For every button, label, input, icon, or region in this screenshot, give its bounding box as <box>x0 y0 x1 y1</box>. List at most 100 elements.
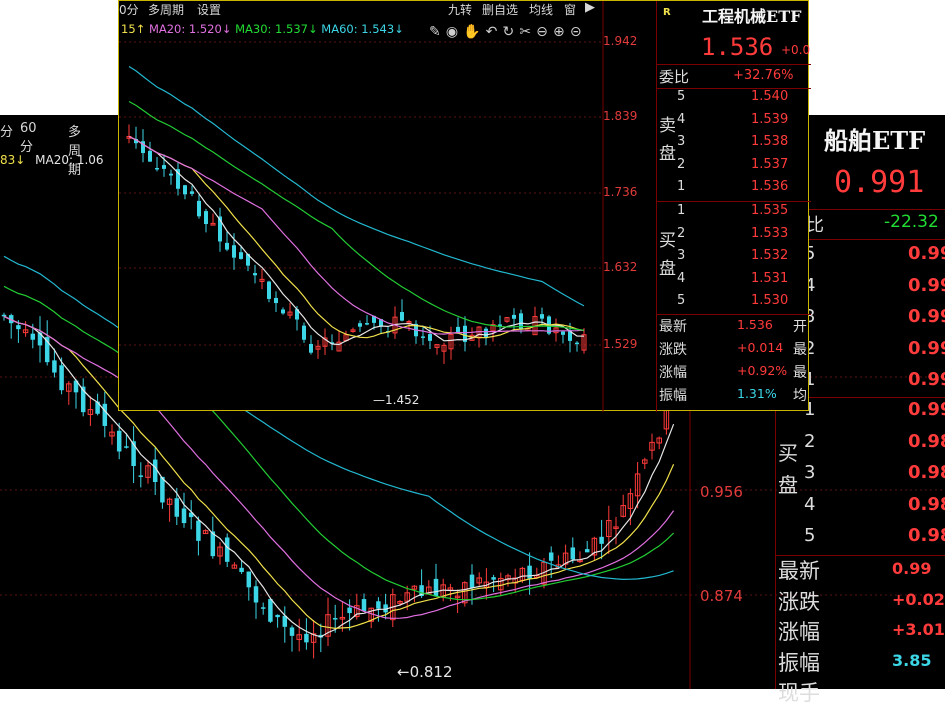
candle <box>599 519 604 560</box>
candle <box>448 326 454 360</box>
candle <box>310 620 317 659</box>
candle <box>8 313 14 339</box>
candle <box>296 618 302 652</box>
ask-price: 1.540 <box>751 89 789 104</box>
candle <box>553 318 559 342</box>
candle <box>224 533 230 568</box>
back-low-value: 0.812 <box>409 663 453 681</box>
ask-level: 5 <box>677 89 686 104</box>
candle <box>484 326 488 346</box>
candle <box>196 516 201 556</box>
candle <box>148 141 152 162</box>
candle <box>491 574 496 593</box>
back-stat-value: 0.99 <box>892 559 932 578</box>
candle <box>176 162 180 196</box>
price-tick: 1.736 <box>603 185 638 199</box>
ma60-line <box>128 65 585 307</box>
candle <box>231 562 238 569</box>
candle <box>160 476 165 509</box>
back-stat-value: 3.85 <box>892 650 932 670</box>
back-bid-price: 0.98 <box>908 430 945 452</box>
back-bid-level: 4 <box>804 493 816 515</box>
candle <box>155 156 159 172</box>
candle <box>138 462 144 488</box>
candle <box>434 344 440 355</box>
candle <box>561 331 565 344</box>
ask-price: 1.539 <box>751 111 789 127</box>
candle <box>282 606 288 643</box>
candle <box>642 457 648 469</box>
candle <box>225 230 229 252</box>
candle <box>463 316 467 352</box>
front-stock-title: 工程机械ETF <box>702 7 802 26</box>
candle <box>606 505 612 555</box>
candle <box>267 280 271 303</box>
candle <box>204 208 208 233</box>
stat-label: 振幅 <box>659 388 687 404</box>
candle <box>584 541 590 553</box>
back-ask-price: 0.99 <box>908 337 945 359</box>
candle <box>22 321 29 337</box>
ask-level: 3 <box>677 134 686 150</box>
sell-char: 卖 <box>659 116 676 136</box>
back-bid-level: 3 <box>804 462 816 483</box>
back-ask-price: 0.99 <box>908 306 945 327</box>
candle <box>620 494 626 518</box>
candle <box>441 342 447 364</box>
back-stat-label: 涨幅 <box>778 620 820 644</box>
front-low-value: 1.452 <box>385 393 420 407</box>
candle <box>239 560 244 574</box>
ask-level: 4 <box>677 111 686 127</box>
back-weibi-value: -22.32 <box>884 212 939 232</box>
candle <box>260 602 266 615</box>
candle <box>134 126 138 149</box>
candle <box>591 536 598 561</box>
back-bid-price: 0.98 <box>908 493 945 515</box>
back-stock-price: 0.991 <box>834 165 925 200</box>
front-low-label: —1.452 <box>373 393 420 407</box>
candle <box>315 340 321 359</box>
candle <box>169 169 173 185</box>
candle <box>166 497 173 522</box>
back-ytick-1: 0.956 <box>700 483 743 501</box>
stat-value: +0.92% <box>737 363 788 378</box>
ask-level: 1 <box>677 179 686 195</box>
candle <box>490 319 496 342</box>
candle <box>392 306 398 339</box>
candle <box>197 193 201 219</box>
candle <box>562 544 569 570</box>
bid-level: 1 <box>677 203 686 218</box>
candle <box>577 551 583 563</box>
bid-level: 4 <box>677 270 686 286</box>
candle <box>268 597 273 623</box>
front-quote-panel: R 工程机械ETF 1.536 +0.0 委比 +32.76% 卖 盘 5 1.5… <box>656 1 811 412</box>
stat-right-label: 最 <box>793 342 807 358</box>
back-bid-price: 0.99 <box>908 399 945 420</box>
candle <box>414 320 418 344</box>
candle <box>218 207 222 252</box>
front-buy-side-label: 买 盘 <box>659 227 676 283</box>
back-stat-value: +0.02 <box>892 589 945 609</box>
ask-price: 1.536 <box>751 179 789 195</box>
candle <box>246 571 252 601</box>
back-bid-level: 5 <box>804 525 816 546</box>
candle <box>613 516 619 545</box>
buy-pan-char-front: 盘 <box>659 259 676 279</box>
ma5-line <box>128 135 585 346</box>
bid-price: 1.530 <box>751 293 789 309</box>
candle <box>210 213 216 226</box>
ask-level: 2 <box>677 156 686 172</box>
candle <box>325 597 331 646</box>
price-tick: 1.529 <box>603 337 638 351</box>
candle <box>476 572 482 586</box>
back-ytick-2: 0.874 <box>700 587 743 605</box>
stat-value: +0.014 <box>737 340 784 355</box>
back-stock-title: 船舶ETF <box>824 126 926 155</box>
candle <box>330 334 334 351</box>
candle <box>287 302 293 319</box>
back-bid-level: 2 <box>804 430 816 452</box>
back-stat-label: 涨跌 <box>778 589 820 614</box>
candle <box>336 330 342 352</box>
candle <box>365 315 369 326</box>
candle <box>498 315 502 330</box>
